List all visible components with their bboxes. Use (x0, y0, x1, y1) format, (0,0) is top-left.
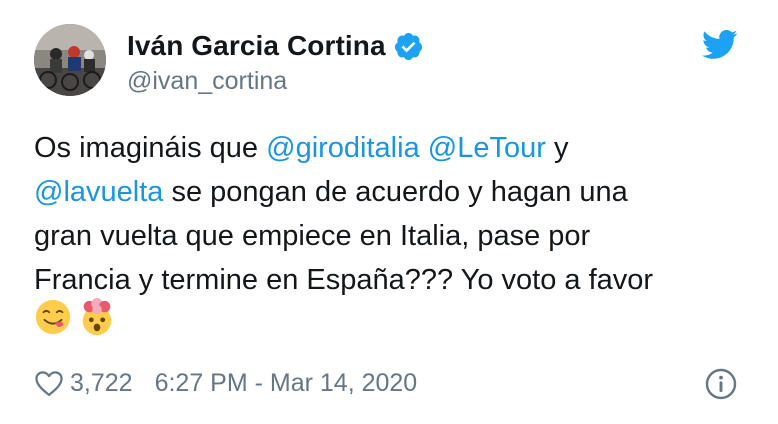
verified-badge-icon (394, 32, 422, 60)
author-handle[interactable]: @ivan_cortina (127, 67, 287, 96)
yum-face-emoji (35, 299, 71, 335)
tweet-text: Os imagináis que @giroditalia @LeTour y @… (34, 126, 744, 302)
exploding-head-emoji (82, 298, 112, 336)
tweet-card: Iván Garcia Cortina @ivan_cortina Os ima… (0, 0, 778, 424)
tweet-text-segment: Francia y termine en España??? Yo voto a… (34, 264, 654, 296)
tweet-text-line: Os imagináis que @giroditalia @LeTour y (34, 126, 744, 170)
twitter-bird-icon[interactable] (702, 30, 738, 60)
heart-icon[interactable] (34, 369, 64, 397)
tweet-text-line: Francia y termine en España??? Yo voto a… (34, 258, 744, 302)
like-count[interactable]: 3,722 (70, 369, 133, 398)
tweet-timestamp[interactable]: 6:27 PM - Mar 14, 2020 (155, 369, 418, 398)
emoji-row (34, 298, 116, 338)
tweet-text-segment: y (545, 132, 569, 164)
author-avatar[interactable] (34, 24, 106, 96)
tweet-text-segment: se pongan de acuerdo y hagan una (163, 176, 628, 208)
tweet-text-line: gran vuelta que empiece en Italia, pase … (34, 214, 744, 258)
avatar-photo (34, 24, 106, 96)
tweet-footer: 3,722 6:27 PM - Mar 14, 2020 (34, 366, 417, 400)
tweet-text-segment: gran vuelta que empiece en Italia, pase … (34, 220, 591, 252)
author-display-name[interactable]: Iván Garcia Cortina (127, 30, 386, 62)
info-icon[interactable] (705, 368, 737, 400)
mention-link[interactable]: @lavuelta (34, 176, 163, 208)
author-name-row: Iván Garcia Cortina (127, 29, 424, 63)
mention-link[interactable]: @giroditalia (266, 132, 420, 164)
tweet-text-segment: Os imagináis que (34, 132, 267, 164)
mention-link[interactable]: @LeTour (428, 132, 546, 164)
tweet-text-line: @lavuelta se pongan de acuerdo y hagan u… (34, 170, 744, 214)
tweet-text-segment (420, 132, 428, 164)
